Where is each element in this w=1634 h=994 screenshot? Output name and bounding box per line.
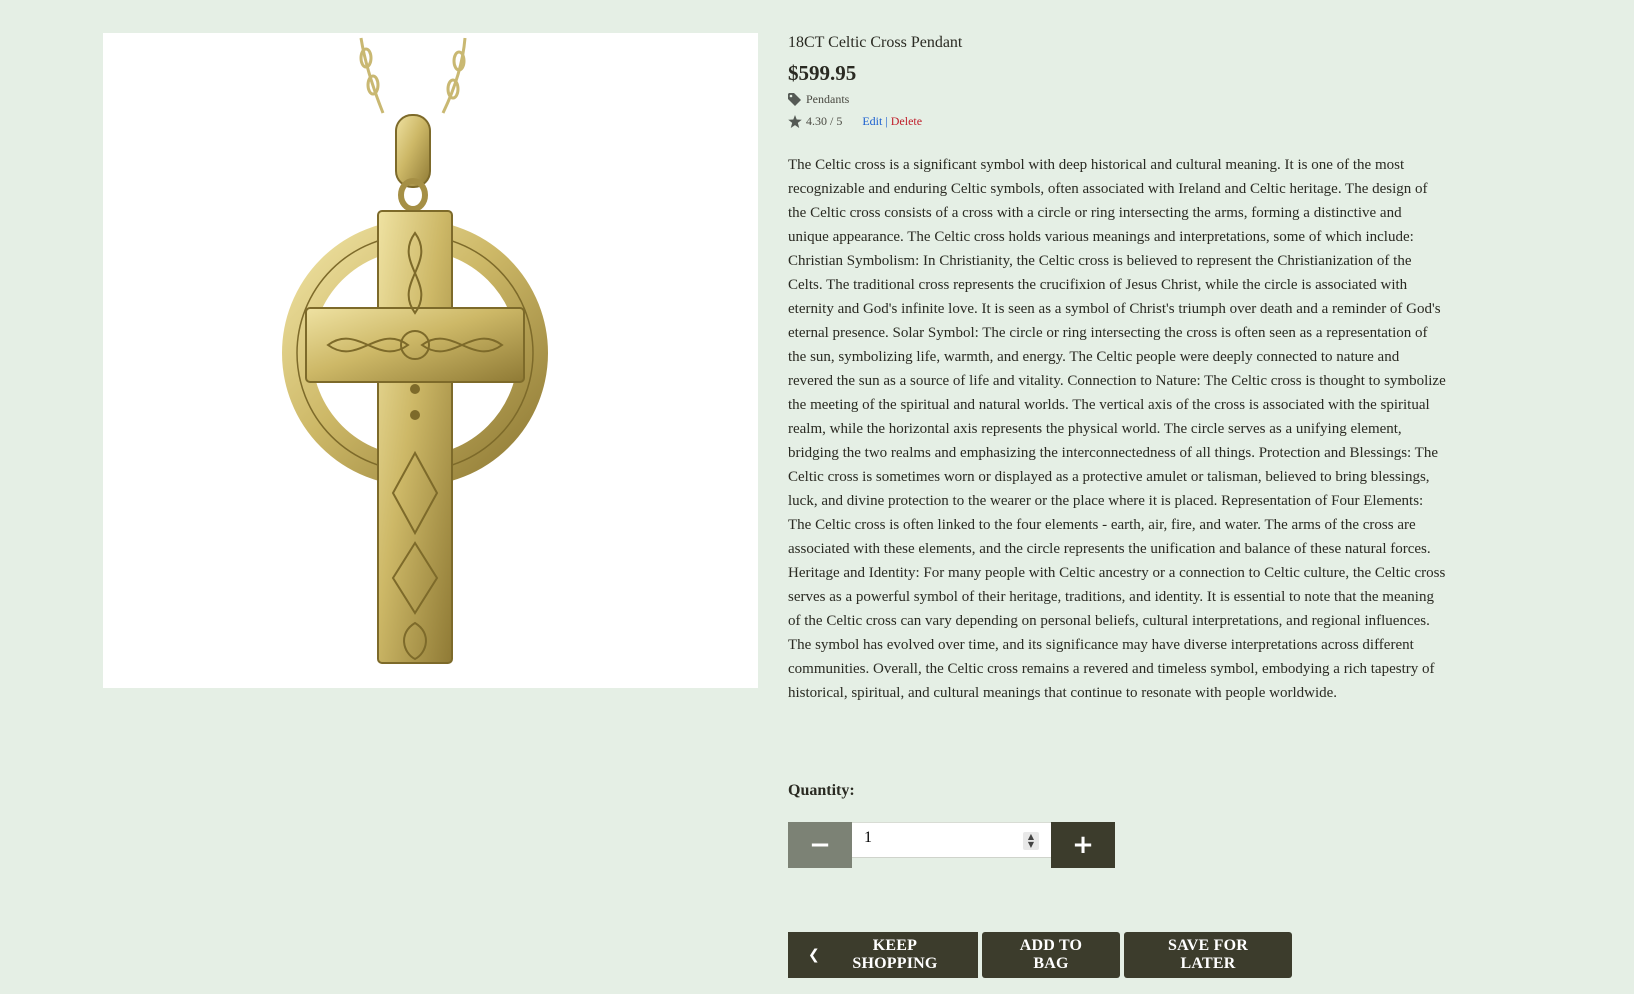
product-info: 18CT Celtic Cross Pendant $599.95 Pendan… xyxy=(788,33,1446,705)
rating-row: 4.30 / 5 Edit | Delete xyxy=(788,113,1446,129)
product-price: $599.95 xyxy=(788,61,857,85)
increase-quantity-button[interactable]: + xyxy=(1051,822,1115,868)
product-description: The Celtic cross is a significant symbol… xyxy=(788,157,1446,701)
category-row: Pendants xyxy=(788,91,1446,107)
quantity-input[interactable] xyxy=(852,821,1012,855)
keep-shopping-label: KEEP SHOPPING xyxy=(852,937,938,972)
quantity-stepper: − ▲ ▼ + xyxy=(788,821,1115,868)
add-to-bag-button[interactable]: ADD TO BAG xyxy=(982,932,1120,978)
rating-value: 4.30 / 5 xyxy=(806,113,843,128)
save-for-later-button[interactable]: SAVE FOR LATER xyxy=(1124,932,1292,978)
decrease-quantity-button[interactable]: − xyxy=(788,822,852,868)
product-image xyxy=(103,33,758,688)
chevron-left-icon: ❮ xyxy=(808,947,820,963)
delete-link[interactable]: Delete xyxy=(891,114,922,129)
celtic-cross-pendant-image xyxy=(282,37,548,664)
quantity-spinner[interactable]: ▲ ▼ xyxy=(1023,832,1039,850)
quantity-label: Quantity: xyxy=(788,782,855,799)
product-actions: ❮ KEEP SHOPPING ADD TO BAG SAVE FOR LATE… xyxy=(788,932,1292,978)
product-title: 18CT Celtic Cross Pendant xyxy=(788,34,963,51)
category-label[interactable]: Pendants xyxy=(806,92,849,107)
edit-link[interactable]: Edit xyxy=(862,114,882,129)
product-detail-page: 18CT Celtic Cross Pendant $599.95 Pendan… xyxy=(0,0,1634,994)
quantity-field-wrapper: ▲ ▼ xyxy=(852,821,1051,858)
star-icon xyxy=(788,114,803,128)
spinner-down-icon[interactable]: ▼ xyxy=(1028,841,1034,849)
keep-shopping-button[interactable]: ❮ KEEP SHOPPING xyxy=(788,932,978,978)
link-separator: | xyxy=(885,113,888,128)
tag-icon xyxy=(788,92,803,106)
